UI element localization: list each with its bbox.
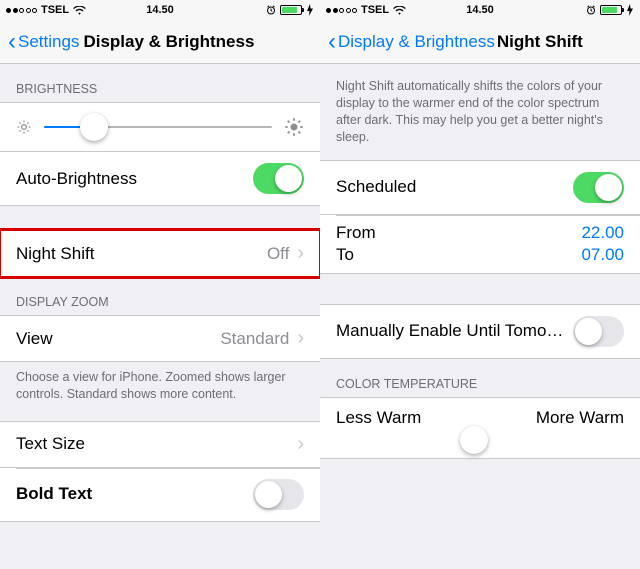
night-shift-row[interactable]: Night Shift Off › (0, 231, 320, 276)
auto-brightness-label: Auto-Brightness (16, 169, 137, 189)
alarm-icon (586, 5, 596, 15)
signal-dots-icon (6, 8, 37, 13)
nav-bar: ‹ Display & Brightness Night Shift (320, 20, 640, 64)
night-shift-label: Night Shift (16, 244, 94, 264)
manual-enable-row: Manually Enable Until Tomorr... (320, 305, 640, 358)
charging-icon (306, 4, 314, 16)
back-label: Settings (18, 32, 79, 52)
text-size-label: Text Size (16, 434, 85, 454)
slider-knob[interactable] (80, 113, 108, 141)
chevron-right-icon: › (297, 242, 304, 265)
charging-icon (626, 4, 634, 16)
to-value: 07.00 (581, 245, 624, 265)
bold-text-toggle[interactable] (253, 479, 304, 510)
wifi-icon (393, 6, 406, 15)
chevron-right-icon: › (297, 433, 304, 456)
text-size-row[interactable]: Text Size › (0, 422, 320, 467)
view-row[interactable]: View Standard › (0, 316, 320, 361)
night-shift-value: Off (267, 244, 289, 264)
auto-brightness-row: Auto-Brightness (0, 152, 320, 205)
battery-icon (600, 5, 622, 15)
view-label: View (16, 329, 53, 349)
page-title: Display & Brightness (83, 32, 254, 52)
chevron-left-icon: ‹ (328, 30, 336, 54)
from-value: 22.00 (581, 223, 624, 243)
slider-knob[interactable] (460, 426, 488, 454)
screen-night-shift: TSEL 14.50 ‹ Display & Brightness Night … (320, 0, 640, 569)
back-button[interactable]: ‹ Settings (8, 30, 79, 54)
status-bar: TSEL 14.50 (0, 0, 320, 20)
brightness-slider-row (0, 102, 320, 151)
less-warm-label: Less Warm (336, 408, 421, 428)
manual-enable-toggle[interactable] (573, 316, 624, 347)
section-header-display-zoom: DISPLAY ZOOM (0, 277, 320, 315)
section-header-color-temp: COLOR TEMPERATURE (320, 359, 640, 397)
alarm-icon (266, 5, 276, 15)
screen-display-brightness: TSEL 14.50 ‹ Settings Display & Brightne… (0, 0, 320, 569)
nav-bar: ‹ Settings Display & Brightness (0, 20, 320, 64)
scheduled-toggle[interactable] (573, 172, 624, 203)
wifi-icon (73, 6, 86, 15)
manual-enable-label: Manually Enable Until Tomorr... (336, 321, 566, 341)
bold-text-label: Bold Text (16, 484, 92, 504)
more-warm-label: More Warm (536, 408, 624, 428)
to-label: To (336, 245, 354, 265)
section-header-brightness: BRIGHTNESS (0, 64, 320, 102)
battery-icon (280, 5, 302, 15)
clock-label: 14.50 (146, 4, 174, 16)
night-shift-intro: Night Shift automatically shifts the col… (320, 64, 640, 160)
sun-small-icon (16, 119, 32, 135)
chevron-left-icon: ‹ (8, 30, 16, 54)
carrier-label: TSEL (41, 4, 69, 16)
scheduled-label: Scheduled (336, 177, 416, 197)
schedule-times-row[interactable]: From 22.00 To 07.00 (320, 214, 640, 273)
sun-large-icon (284, 117, 304, 137)
carrier-label: TSEL (361, 4, 389, 16)
auto-brightness-toggle[interactable] (253, 163, 304, 194)
bold-text-row: Bold Text (0, 467, 320, 521)
signal-dots-icon (326, 8, 357, 13)
display-zoom-footer: Choose a view for iPhone. Zoomed shows l… (0, 362, 320, 407)
back-label: Display & Brightness (338, 32, 495, 52)
back-button[interactable]: ‹ Display & Brightness (328, 30, 495, 54)
scheduled-row: Scheduled (320, 161, 640, 214)
color-temp-row: Less Warm More Warm (320, 398, 640, 458)
page-title: Night Shift (497, 32, 583, 52)
view-value: Standard (220, 329, 289, 349)
brightness-slider[interactable] (44, 126, 272, 128)
from-label: From (336, 223, 376, 243)
chevron-right-icon: › (297, 327, 304, 350)
status-bar: TSEL 14.50 (320, 0, 640, 20)
clock-label: 14.50 (466, 4, 494, 16)
